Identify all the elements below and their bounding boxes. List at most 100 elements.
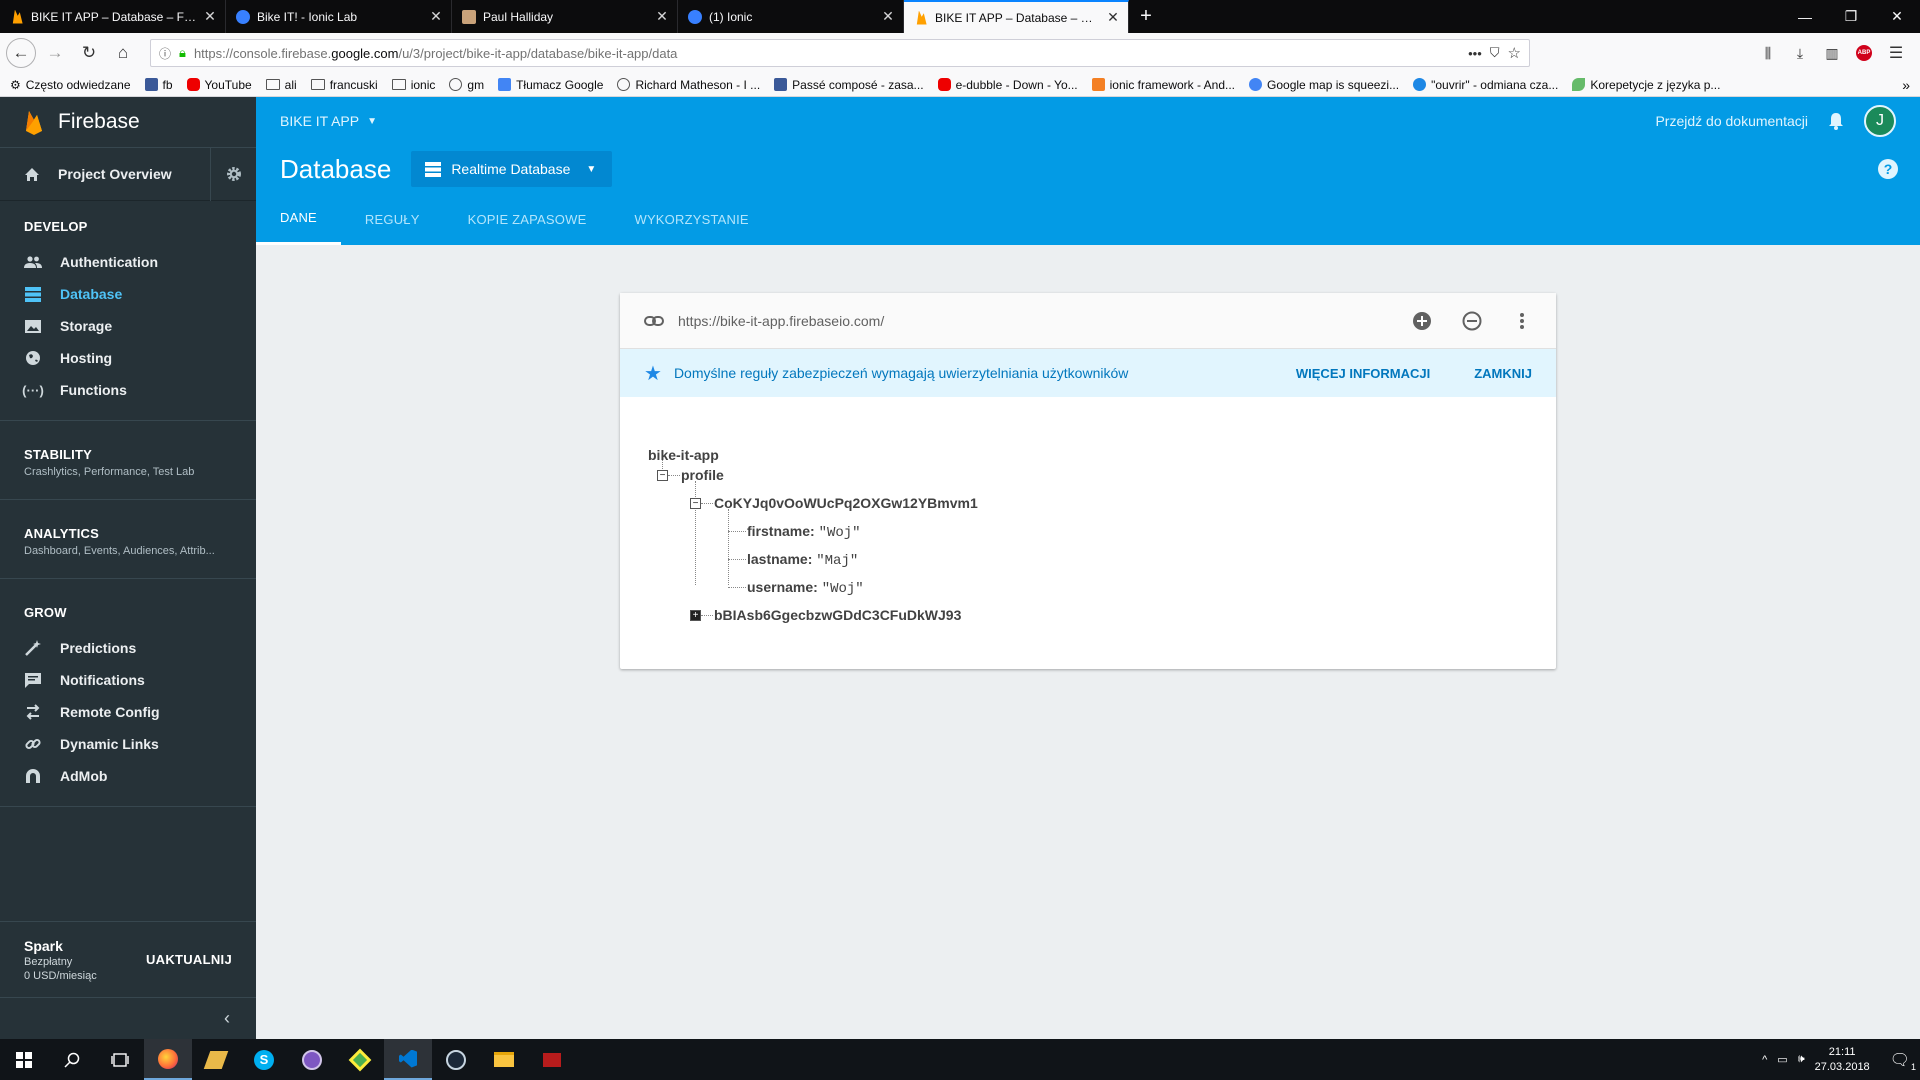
sidebar-icon[interactable]: ▥ [1820, 41, 1844, 65]
more-vert-icon[interactable] [1508, 307, 1536, 335]
search-icon[interactable] [48, 1039, 96, 1080]
browser-tab[interactable]: Bike IT! - Ionic Lab ✕ [226, 0, 452, 33]
browser-tab[interactable]: (1) Ionic ✕ [678, 0, 904, 33]
bookmark-item[interactable]: Richard Matheson - I ... [617, 78, 760, 92]
bookmark-item[interactable]: e-dubble - Down - Yo... [937, 78, 1078, 92]
sidebar-item-functions[interactable]: (···) Functions [0, 374, 256, 406]
reload-button[interactable]: ↻ [74, 38, 104, 68]
database-url[interactable]: https://bike-it-app.firebaseio.com/ [678, 313, 1386, 329]
browser-tab[interactable]: Paul Halliday ✕ [452, 0, 678, 33]
bookmark-item[interactable]: Tłumacz Google [498, 78, 603, 92]
library-icon[interactable]: ⫼ [1756, 41, 1780, 65]
field-value[interactable]: "Woj" [819, 525, 861, 541]
sidebar-item-admob[interactable]: AdMob [0, 760, 256, 792]
project-overview-link[interactable]: Project Overview [0, 166, 210, 182]
app-icon[interactable] [288, 1039, 336, 1080]
page-actions-icon[interactable]: ••• [1468, 46, 1482, 61]
bookmark-item[interactable]: fb [144, 78, 173, 92]
bookmark-item[interactable]: Google map is squeezi... [1249, 78, 1399, 92]
bookmark-folder[interactable]: ali [265, 78, 297, 92]
docs-link[interactable]: Przejdź do dokumentacji [1655, 113, 1808, 129]
sidebar-item-notifications[interactable]: Notifications [0, 664, 256, 696]
sidebar-item-predictions[interactable]: Predictions [0, 632, 256, 664]
tab-usage[interactable]: WYKORZYSTANIE [610, 193, 772, 245]
tree-node-user[interactable]: CoKYJq0vOoWUcPq2OXGw12YBmvm1 [714, 495, 978, 511]
firefox-icon[interactable] [144, 1039, 192, 1080]
browser-tab-active[interactable]: BIKE IT APP – Database – Firebase ✕ [904, 0, 1129, 33]
info-icon[interactable]: ⓘ [159, 45, 171, 62]
avatar[interactable]: J [1864, 105, 1896, 137]
minimize-button[interactable]: — [1782, 0, 1828, 33]
steam-icon[interactable] [432, 1039, 480, 1080]
app-icon[interactable] [192, 1039, 240, 1080]
url-bar[interactable]: ⓘ 🔒︎ https://console.firebase.google.com… [150, 39, 1530, 67]
bookmark-item[interactable]: YouTube [186, 78, 252, 92]
bookmark-item[interactable]: ionic framework - And... [1091, 78, 1235, 92]
analytics-section[interactable]: ANALYTICS Dashboard, Events, Audiences, … [0, 500, 256, 578]
sidebar-item-hosting[interactable]: Hosting [0, 342, 256, 374]
tree-field-row[interactable]: firstname: "Woj" [747, 523, 861, 541]
adblock-icon[interactable]: ABP [1852, 41, 1876, 65]
browser-tab[interactable]: BIKE IT APP – Database – Firebase ✕ [0, 0, 226, 33]
stability-section[interactable]: STABILITY Crashlytics, Performance, Test… [0, 421, 256, 499]
firebase-logo[interactable]: Firebase [0, 97, 256, 147]
back-button[interactable]: ← [6, 38, 36, 68]
bookmark-folder[interactable]: francuski [310, 78, 378, 92]
database-selector[interactable]: Realtime Database ▼ [411, 151, 613, 187]
new-tab-button[interactable]: + [1129, 0, 1163, 33]
bookmark-folder[interactable]: ionic [391, 78, 435, 92]
collapse-toggle-icon[interactable]: − [657, 470, 668, 481]
sidebar-item-remote-config[interactable]: Remote Config [0, 696, 256, 728]
bookmark-item[interactable]: gm [449, 78, 484, 92]
bookmarks-overflow-icon[interactable]: » [1902, 77, 1910, 93]
tab-backups[interactable]: KOPIE ZAPASOWE [444, 193, 611, 245]
clock[interactable]: 21:11 27.03.2018 [1815, 1045, 1870, 1075]
project-selector[interactable]: BIKE IT APP ▼ [280, 113, 377, 129]
forward-button[interactable]: → [40, 38, 70, 68]
downloads-icon[interactable]: ⤓ [1788, 41, 1812, 65]
close-tab-icon[interactable]: ✕ [203, 8, 217, 25]
bookmark-item[interactable]: "ouvrir" - odmiana cza... [1413, 78, 1558, 92]
field-value[interactable]: "Maj" [816, 553, 858, 569]
windows-start-icon[interactable] [0, 1039, 48, 1080]
restore-button[interactable]: ❐ [1828, 0, 1874, 33]
field-value[interactable]: "Woj" [822, 581, 864, 597]
close-window-button[interactable]: ✕ [1874, 0, 1920, 33]
close-tab-icon[interactable]: ✕ [1106, 9, 1120, 26]
menu-icon[interactable]: ☰ [1884, 41, 1908, 65]
bell-icon[interactable] [1828, 112, 1844, 130]
bookmark-item[interactable]: Korepetycje z języka p... [1572, 78, 1720, 92]
vscode-icon[interactable] [384, 1039, 432, 1080]
bookmark-star-icon[interactable]: ☆ [1508, 44, 1521, 62]
tab-rules[interactable]: REGUŁY [341, 193, 444, 245]
skype-icon[interactable]: S [240, 1039, 288, 1080]
sidebar-item-storage[interactable]: Storage [0, 310, 256, 342]
volume-icon[interactable]: 🕪︎ [1798, 1053, 1805, 1066]
tree-field-row[interactable]: username: "Woj" [747, 579, 864, 597]
notification-center-icon[interactable]: 🗨︎ 1 [1890, 1050, 1916, 1072]
tray-expand-icon[interactable]: ^ [1762, 1054, 1767, 1066]
collapse-sidebar-chevron-icon[interactable]: ‹ [0, 997, 256, 1039]
expand-toggle-icon[interactable]: + [690, 610, 701, 621]
tree-node-profile[interactable]: profile [681, 467, 724, 483]
app-icon[interactable] [336, 1039, 384, 1080]
help-icon[interactable]: ? [1878, 159, 1898, 179]
upgrade-button[interactable]: UAKTUALNIJ [146, 952, 232, 967]
sidebar-item-authentication[interactable]: Authentication [0, 246, 256, 278]
tab-data[interactable]: DANE [256, 193, 341, 245]
collapse-toggle-icon[interactable]: − [690, 498, 701, 509]
close-banner-button[interactable]: ZAMKNIJ [1474, 366, 1532, 381]
home-button[interactable]: ⌂ [108, 38, 138, 68]
tree-node-user[interactable]: bBIAsb6GgecbzwGDdC3CFuDkWJ93 [714, 607, 961, 623]
network-icon[interactable]: ▭ [1777, 1053, 1787, 1066]
settings-gear-icon[interactable] [210, 147, 256, 201]
bookmark-item[interactable]: ⚙ Często odwiedzane [10, 78, 131, 92]
close-tab-icon[interactable]: ✕ [881, 8, 895, 25]
pocket-icon[interactable]: ⛉ [1490, 45, 1500, 61]
sidebar-item-dynamic-links[interactable]: Dynamic Links [0, 728, 256, 760]
close-tab-icon[interactable]: ✕ [429, 8, 443, 25]
tree-root-node[interactable]: bike-it-app [648, 447, 719, 463]
remove-icon[interactable] [1458, 307, 1486, 335]
file-explorer-icon[interactable] [480, 1039, 528, 1080]
tree-field-row[interactable]: lastname: "Maj" [747, 551, 858, 569]
